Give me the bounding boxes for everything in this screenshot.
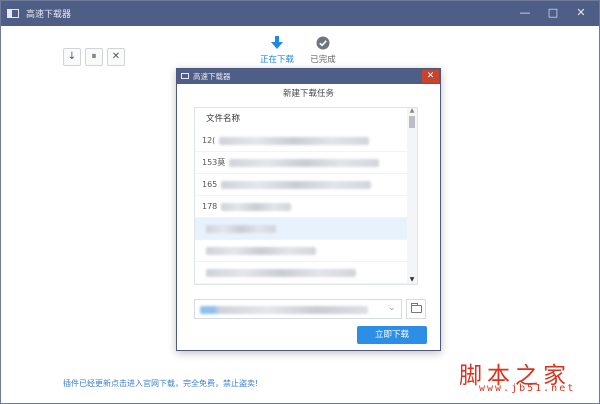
redacted-file-name — [229, 158, 380, 167]
folder-icon — [411, 303, 422, 313]
dialog-logo-icon — [181, 73, 189, 79]
scroll-down-arrow-icon[interactable]: ▼ — [408, 276, 416, 283]
pause-button[interactable]: ⏸ — [85, 48, 103, 66]
redacted-file-name — [221, 202, 292, 211]
file-row[interactable]: 4( — [195, 284, 407, 285]
redacted-file-name — [206, 268, 356, 277]
file-row[interactable] — [195, 262, 407, 284]
download-now-button[interactable]: 立即下载 — [357, 326, 427, 344]
update-notice-link[interactable]: 插件已经更新点击进入官网下载，完全免费，禁止盗卖! — [63, 378, 258, 389]
file-name-prefix: 165 — [202, 180, 218, 189]
download-arrow-icon — [271, 36, 283, 49]
dialog-close-button[interactable]: ✕ — [422, 70, 439, 83]
dialog-title-bar: 高速下载器 ✕ — [177, 69, 440, 84]
tab-completed[interactable]: 已完成 — [299, 36, 347, 66]
save-path-select[interactable]: ⌄ — [194, 299, 402, 319]
redacted-save-path — [200, 306, 368, 314]
file-name-prefix: 178 — [202, 202, 218, 211]
file-name-prefix: 153莫 — [202, 158, 226, 167]
file-list-scrollbar[interactable]: ▲ ▼ — [407, 108, 417, 284]
check-circle-icon — [316, 36, 330, 50]
dialog-heading: 新建下载任务 — [282, 89, 334, 99]
redacted-file-name — [219, 136, 370, 145]
file-row[interactable]: 178 — [195, 196, 407, 218]
redacted-file-name — [206, 246, 316, 255]
file-row-selected[interactable] — [195, 218, 407, 240]
title-bar: 高速下载器 — □ ✕ — [1, 1, 599, 26]
close-button[interactable]: ✕ — [572, 5, 590, 21]
window-title: 高速下载器 — [26, 10, 72, 20]
start-download-button[interactable]: ↓ — [63, 48, 81, 66]
file-list-body: 文件名称 12( 153莫 165 178 4( — [195, 108, 407, 284]
file-name-column-header: 文件名称 — [206, 114, 241, 124]
tab-downloading-label: 正在下载 — [259, 55, 294, 65]
scroll-up-arrow-icon[interactable]: ▲ — [408, 108, 416, 114]
file-row[interactable]: 12( — [195, 130, 407, 152]
scroll-thumb[interactable] — [409, 116, 415, 128]
app-logo-icon — [7, 9, 19, 18]
dialog-title: 高速下载器 — [193, 72, 231, 81]
browse-folder-button[interactable] — [406, 299, 426, 319]
file-row[interactable]: 153莫 — [195, 152, 407, 174]
redacted-file-name — [221, 180, 372, 189]
file-row[interactable] — [195, 240, 407, 262]
file-name-prefix: 12( — [202, 136, 216, 145]
file-list[interactable]: 文件名称 12( 153莫 165 178 4( ▲ ▼ — [194, 107, 418, 285]
delete-task-button[interactable]: ✕ — [107, 48, 125, 66]
chevron-down-icon: ⌄ — [388, 303, 396, 313]
watermark-url: www.jb51.net — [479, 383, 576, 394]
maximize-button[interactable]: □ — [544, 5, 562, 21]
file-row[interactable]: 165 — [195, 174, 407, 196]
tab-completed-label: 已完成 — [310, 55, 336, 65]
minimize-button[interactable]: — — [516, 5, 534, 21]
redacted-file-name — [206, 224, 276, 233]
tab-downloading[interactable]: 正在下载 — [253, 36, 301, 66]
new-download-dialog: 高速下载器 ✕ 新建下载任务 文件名称 12( 153莫 165 178 4( … — [176, 68, 441, 351]
